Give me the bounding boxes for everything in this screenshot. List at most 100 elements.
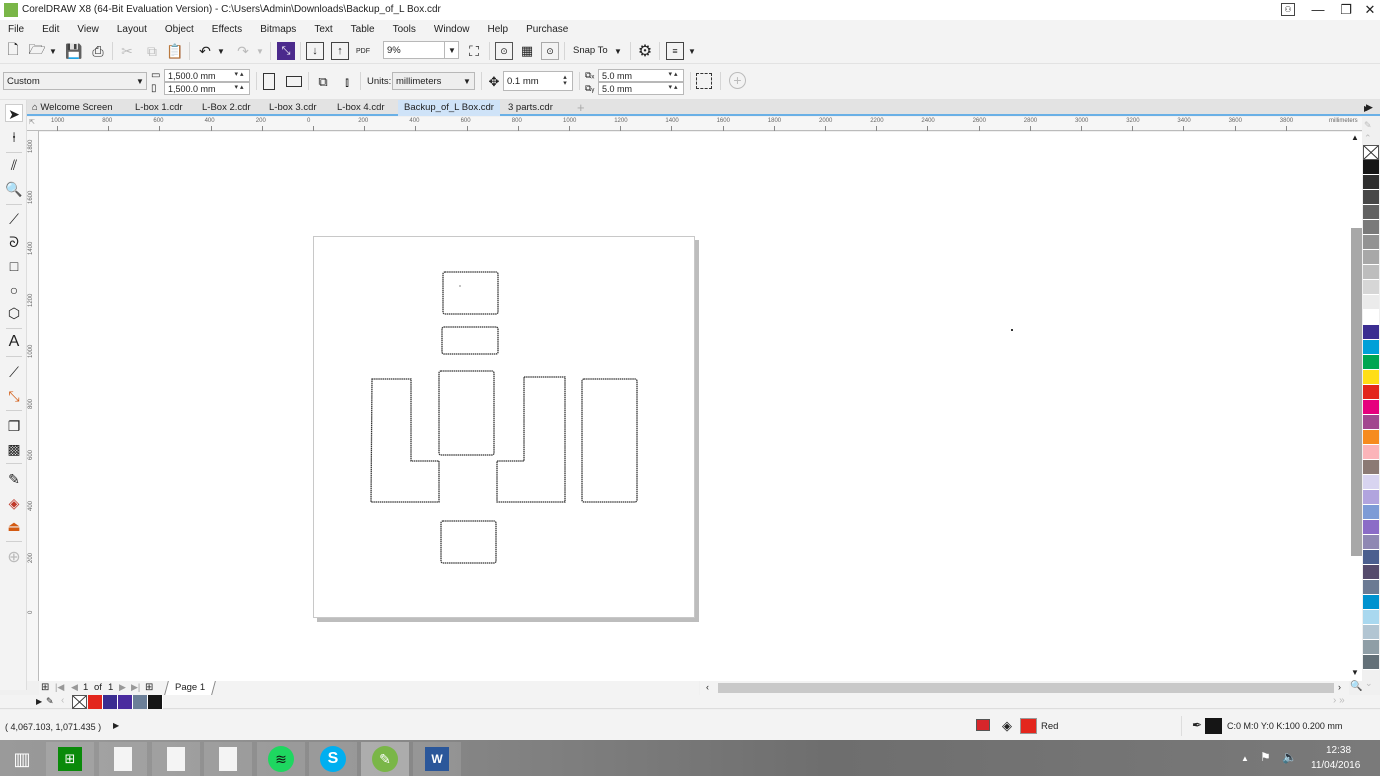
all-pages-icon[interactable]: ⧉ [314, 73, 332, 91]
previous-page-icon[interactable]: ◀ [71, 682, 78, 693]
drop-shadow-tool-icon[interactable]: ❐ [5, 417, 23, 435]
color-swatch[interactable] [1363, 265, 1379, 280]
page-width-spinner[interactable]: ▾ ▴ [229, 69, 249, 81]
duplicate-x-spinner[interactable]: ▾ ▴ [663, 69, 683, 81]
search-content-icon[interactable]: ⤡ [277, 42, 295, 60]
shape-top-box[interactable] [442, 271, 499, 315]
connector-tool-icon[interactable]: ⤡ [5, 387, 23, 405]
color-swatch[interactable] [1363, 535, 1379, 550]
last-page-icon[interactable]: ▶| [131, 682, 140, 693]
color-swatch[interactable] [1363, 415, 1379, 430]
menu-layout[interactable]: Layout [117, 24, 147, 35]
clock-date[interactable]: 11/04/2016 [1311, 760, 1360, 771]
export-icon[interactable]: ↑ [331, 42, 349, 60]
color-swatch[interactable] [1363, 580, 1379, 595]
color-swatch[interactable] [1363, 325, 1379, 340]
doc-palette-menu-icon[interactable]: ▶ [36, 697, 42, 706]
tab-l-box-1[interactable]: L-box 1.cdr [129, 100, 189, 116]
palette-menu-icon[interactable]: ▶ [1364, 104, 1370, 113]
color-swatch[interactable] [1363, 430, 1379, 445]
save-icon[interactable]: 💾 [65, 42, 83, 60]
color-swatch[interactable] [1363, 370, 1379, 385]
color-swatch[interactable] [1363, 385, 1379, 400]
doc-palette-edit-icon[interactable]: ✎ [46, 696, 54, 707]
smart-fill-tool-icon[interactable]: ⏏ [5, 517, 23, 535]
horizontal-scroll-thumb[interactable] [718, 683, 1334, 693]
tab-3-parts[interactable]: 3 parts.cdr [502, 100, 559, 116]
landscape-orientation-icon[interactable] [286, 76, 302, 87]
application-launcher-icon[interactable]: ≡ [666, 42, 684, 60]
zoom-dropdown-arrow[interactable]: ▼ [444, 41, 459, 59]
color-swatch[interactable] [1363, 190, 1379, 205]
color-swatch[interactable] [1363, 625, 1379, 640]
taskbar-skype[interactable]: S [309, 742, 357, 776]
page-height-spinner[interactable]: ▾ ▴ [229, 82, 249, 94]
color-swatch[interactable] [1363, 655, 1379, 670]
rectangle-tool-icon[interactable]: □ [5, 257, 23, 275]
print-icon[interactable]: ⎙ [89, 42, 107, 60]
tab-backup-of-l-box[interactable]: Backup_of_L Box.cdr [398, 100, 500, 116]
show-grid-icon[interactable]: ▦ [518, 42, 536, 60]
color-swatch[interactable] [1363, 280, 1379, 295]
next-page-icon[interactable]: ▶ [119, 682, 126, 693]
redo-dropdown-arrow[interactable]: ▼ [256, 47, 264, 56]
color-swatch[interactable] [1363, 400, 1379, 415]
color-swatch[interactable] [1363, 340, 1379, 355]
color-swatch[interactable] [1363, 460, 1379, 475]
menu-purchase[interactable]: Purchase [526, 24, 568, 35]
account-icon[interactable]: ⚇ [1281, 3, 1295, 16]
menu-file[interactable]: File [8, 24, 24, 35]
taskbar-coreldraw[interactable]: ✎ [361, 742, 409, 776]
crop-tool-icon[interactable]: ⫽ [5, 156, 23, 174]
add-toolbar-item-icon[interactable]: + [729, 72, 746, 89]
tab-l-box-3[interactable]: L-box 3.cdr [263, 100, 323, 116]
document-color-swatch[interactable] [133, 695, 148, 709]
color-swatch[interactable] [1363, 220, 1379, 235]
tab-l-box-4[interactable]: L-box 4.cdr [331, 100, 391, 116]
doc-no-color-swatch[interactable] [72, 695, 87, 709]
color-swatch[interactable] [1363, 640, 1379, 655]
first-page-icon[interactable]: |◀ [55, 682, 64, 693]
close-button[interactable]: ✕ [1356, 0, 1380, 20]
taskbar-store[interactable]: ⊞ [46, 742, 94, 776]
color-swatch[interactable] [1363, 295, 1379, 310]
scroll-down-icon[interactable]: ▼ [1351, 668, 1359, 677]
cut-icon[interactable]: ✂ [118, 42, 136, 60]
color-swatch[interactable] [1363, 610, 1379, 625]
taskbar-spotify[interactable]: ≋ [257, 742, 305, 776]
volume-icon[interactable]: 🔈 [1282, 750, 1297, 764]
menu-table[interactable]: Table [351, 24, 375, 35]
eyedropper-tool-icon[interactable]: ✎ [5, 470, 23, 488]
duplicate-y-spinner[interactable]: ▾ ▴ [663, 82, 683, 94]
scroll-left-icon[interactable]: ‹ [706, 682, 709, 692]
zoom-tool-icon[interactable]: 🔍 [5, 180, 23, 198]
color-swatch[interactable] [1363, 475, 1379, 490]
open-dropdown-arrow[interactable]: ▼ [49, 47, 57, 56]
units-dropdown-arrow[interactable]: ▼ [463, 77, 471, 86]
doc-palette-scroll-left-icon[interactable]: ‹ [61, 695, 64, 706]
add-page-after-icon[interactable]: ⊞ [145, 682, 153, 693]
publish-pdf-icon[interactable]: PDF [354, 42, 372, 60]
show-rulers-icon[interactable]: ⊙ [495, 42, 513, 60]
drawing-canvas[interactable] [39, 132, 1349, 681]
horizontal-ruler[interactable]: ⇱ 1000 800 600 400 200 0 200 400 600 800 1000 1200 1… [27, 117, 1362, 131]
portrait-orientation-icon[interactable] [263, 73, 275, 90]
current-page-icon[interactable]: ⫾ [338, 73, 356, 91]
page-tab[interactable]: Page 1 [164, 681, 217, 695]
open-folder-icon[interactable]: 🗁 [28, 41, 46, 60]
taskbar-word[interactable]: W [413, 742, 461, 776]
undo-icon[interactable]: ↶ [196, 42, 214, 60]
pick-tool-icon[interactable]: ➤ [5, 104, 23, 122]
menu-object[interactable]: Object [165, 24, 194, 35]
color-proofing-icon[interactable] [976, 719, 990, 731]
color-swatch[interactable] [1363, 520, 1379, 535]
color-swatch[interactable] [1363, 565, 1379, 580]
shape-small-rectangle[interactable] [441, 326, 499, 355]
menu-edit[interactable]: Edit [42, 24, 59, 35]
shape-l-panel-right[interactable] [496, 376, 566, 503]
palette-scroll-down-icon[interactable]: ⌄ [1365, 678, 1373, 689]
nudge-spinner[interactable]: ▴ ▾ [560, 74, 570, 87]
snap-to-button[interactable]: Snap To [573, 45, 608, 56]
color-swatch[interactable] [1363, 550, 1379, 565]
full-screen-icon[interactable]: ⛶ [465, 42, 483, 60]
